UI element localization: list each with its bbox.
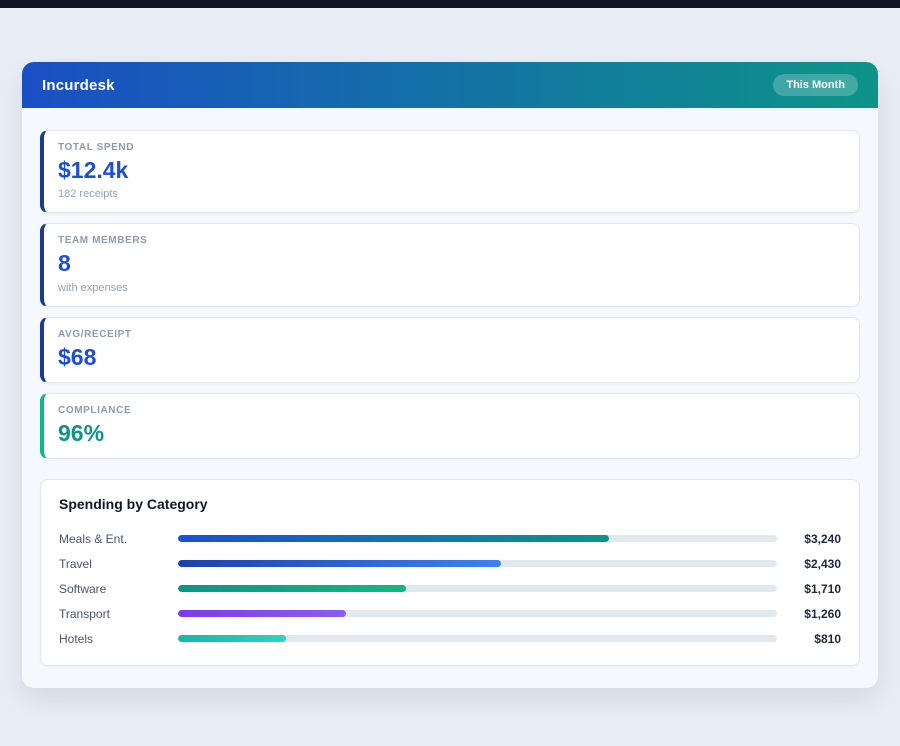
spending-rows: Meals & Ent. $3,240 Travel $2,430 Softwa…: [59, 526, 841, 651]
card-body: TOTAL SPEND $12.4k 182 receipts TEAM MEM…: [22, 108, 878, 688]
category-bar-track: [178, 635, 777, 642]
category-bar-track: [178, 535, 777, 542]
stat-card: AVG/RECEIPT $68: [40, 317, 860, 383]
stat-value: $68: [58, 345, 841, 370]
stat-label: COMPLIANCE: [58, 405, 841, 416]
period-badge-button[interactable]: This Month: [773, 74, 858, 96]
spending-title: Spending by Category: [59, 496, 841, 512]
category-value: $1,710: [777, 582, 841, 596]
spending-card: Spending by Category Meals & Ent. $3,240…: [40, 479, 860, 666]
app-card: Incurdesk This Month TOTAL SPEND $12.4k …: [22, 62, 878, 688]
category-label: Meals & Ent.: [59, 532, 178, 546]
app-title: Incurdesk: [42, 77, 115, 94]
category-bar-fill: [178, 635, 286, 642]
stat-label: TEAM MEMBERS: [58, 235, 841, 246]
category-value: $2,430: [777, 557, 841, 571]
stat-label: AVG/RECEIPT: [58, 329, 841, 340]
stat-card: TOTAL SPEND $12.4k 182 receipts: [40, 130, 860, 213]
spending-row: Software $1,710: [59, 576, 841, 601]
stat-value: 8: [58, 251, 841, 276]
app-header: Incurdesk This Month: [22, 62, 878, 108]
category-bar-fill: [178, 610, 346, 617]
category-bar-fill: [178, 560, 501, 567]
spending-row: Transport $1,260: [59, 601, 841, 626]
stat-value: $12.4k: [58, 158, 841, 183]
category-label: Transport: [59, 607, 178, 621]
category-bar-track: [178, 610, 777, 617]
category-label: Software: [59, 582, 178, 596]
spending-row: Hotels $810: [59, 626, 841, 651]
top-strip: [0, 0, 900, 8]
spending-row: Travel $2,430: [59, 551, 841, 576]
category-value: $810: [777, 632, 841, 646]
spending-row: Meals & Ent. $3,240: [59, 526, 841, 551]
category-bar-track: [178, 585, 777, 592]
stat-sub: with expenses: [58, 282, 841, 294]
stats-list: TOTAL SPEND $12.4k 182 receipts TEAM MEM…: [40, 130, 860, 459]
category-value: $1,260: [777, 607, 841, 621]
category-label: Hotels: [59, 632, 178, 646]
stat-label: TOTAL SPEND: [58, 142, 841, 153]
category-bar-fill: [178, 585, 406, 592]
stat-value: 96%: [58, 421, 841, 446]
stat-card: COMPLIANCE 96%: [40, 393, 860, 459]
stat-card: TEAM MEMBERS 8 with expenses: [40, 223, 860, 306]
stat-sub: 182 receipts: [58, 188, 841, 200]
category-label: Travel: [59, 557, 178, 571]
category-value: $3,240: [777, 532, 841, 546]
category-bar-track: [178, 560, 777, 567]
category-bar-fill: [178, 535, 609, 542]
